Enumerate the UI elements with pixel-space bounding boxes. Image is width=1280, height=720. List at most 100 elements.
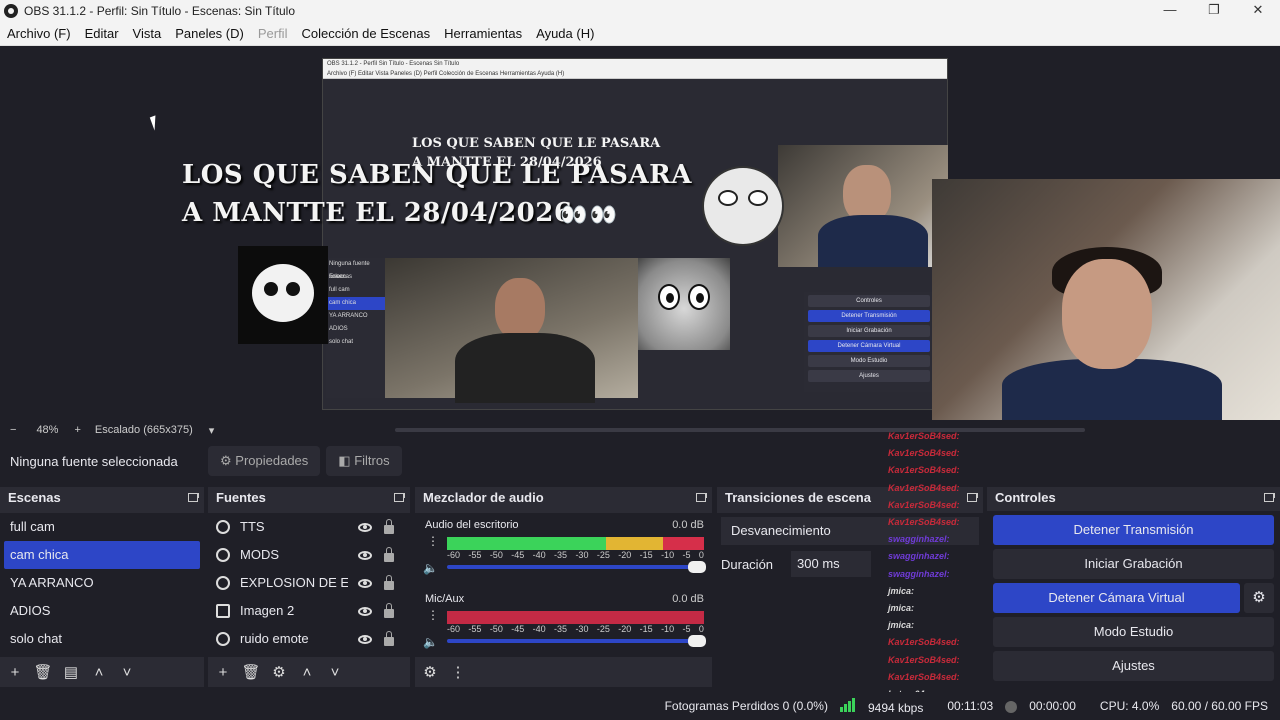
meter-tick: -55 xyxy=(468,624,482,634)
source-item[interactable]: Imagen 2 xyxy=(208,597,410,625)
lock-icon[interactable] xyxy=(384,518,394,534)
sources-dock: Fuentes TTS MODS EXPLOSION DE EM Imagen … xyxy=(208,487,410,687)
speaker-icon[interactable]: 🔈 xyxy=(423,635,438,649)
duration-input[interactable]: 300 ms xyxy=(791,551,872,577)
meter-tick: -35 xyxy=(554,624,568,634)
menu-coleccion[interactable]: Colección de Escenas xyxy=(294,26,437,41)
source-item[interactable]: TTS xyxy=(208,513,410,541)
audio-meter xyxy=(447,537,704,550)
bitrate-value: 9494 kbps xyxy=(867,700,924,715)
record-icon xyxy=(1005,700,1018,713)
gear-icon[interactable]: ⚙ xyxy=(1244,583,1274,613)
popout-icon[interactable] xyxy=(1264,493,1275,502)
add-icon[interactable]: + xyxy=(2,664,28,681)
eye-icon[interactable] xyxy=(358,634,372,644)
popout-icon[interactable] xyxy=(188,493,199,502)
menu-herramientas[interactable]: Herramientas xyxy=(437,26,529,41)
scene-item[interactable]: full cam xyxy=(0,513,204,541)
eye-icon[interactable] xyxy=(358,606,372,616)
nested-control: Controles xyxy=(808,295,930,307)
stop-streaming-button[interactable]: Detener Transmisión xyxy=(993,515,1274,545)
meme-face-image xyxy=(238,246,328,344)
mixer-body: Audio del escritorio 0.0 dB ⋮ -60 -55 -50-… xyxy=(415,513,712,687)
webcam-medium xyxy=(385,258,638,403)
menu-editar[interactable]: Editar xyxy=(78,26,126,41)
scene-item[interactable]: YA ARRANCO xyxy=(0,569,204,597)
move-up-icon[interactable]: ˄ xyxy=(294,664,320,681)
source-label: EXPLOSION DE EM xyxy=(240,575,348,590)
settings-button[interactable]: Ajustes xyxy=(993,651,1274,681)
close-button[interactable]: ✕ xyxy=(1236,0,1280,22)
lock-icon[interactable] xyxy=(384,546,394,562)
stop-virtual-camera-button[interactable]: Detener Cámara Virtual xyxy=(993,583,1240,613)
filters-button[interactable]: ◧ Filtros xyxy=(326,446,402,476)
start-recording-button[interactable]: Iniciar Grabación xyxy=(993,549,1274,579)
studio-mode-button[interactable]: Modo Estudio xyxy=(993,617,1274,647)
zoom-out-button[interactable]: − xyxy=(10,424,16,436)
menu-paneles[interactable]: Paneles (D) xyxy=(168,26,251,41)
filters-label: Filtros xyxy=(354,453,390,468)
move-down-icon[interactable]: ˅ xyxy=(322,664,348,681)
menu-perfil[interactable]: Perfil xyxy=(251,26,295,41)
more-options-icon[interactable]: ⋮ xyxy=(427,609,439,621)
more-options-icon[interactable]: ⋮ xyxy=(445,663,471,681)
zoom-in-button[interactable]: + xyxy=(74,424,80,436)
chat-message: Kav1erSoB4sed: xyxy=(888,431,960,441)
mixer-header: Mezclador de audio xyxy=(415,487,712,509)
meter-tick: -15 xyxy=(639,550,653,560)
source-item[interactable]: ruido emote xyxy=(208,625,410,653)
scale-dropdown-icon[interactable]: ▾ xyxy=(209,424,215,437)
chat-message: swagginhazel: xyxy=(888,551,950,562)
popout-icon[interactable] xyxy=(696,493,707,502)
source-item[interactable]: EXPLOSION DE EM xyxy=(208,569,410,597)
controls-body: Detener Transmisión Iniciar Grabación De… xyxy=(987,511,1280,687)
menu-bar: Archivo (F) Editar Vista Paneles (D) Per… xyxy=(0,22,1280,46)
scenes-dock: Escenas full cam cam chica YA ARRANCO AD… xyxy=(0,487,204,687)
nested-control: Detener Cámara Virtual xyxy=(808,340,930,352)
dropped-frames: Fotogramas Perdidos 0 (0.0%) xyxy=(664,699,828,713)
popout-icon[interactable] xyxy=(394,493,405,502)
preview-canvas[interactable]: OBS 31.1.2 - Perfil Sin Título - Escenas… xyxy=(0,46,1280,420)
meter-tick: -50 xyxy=(489,550,503,560)
more-options-icon[interactable]: ⋮ xyxy=(427,535,439,547)
move-down-icon[interactable]: ˅ xyxy=(114,664,140,681)
signal-icon xyxy=(839,697,856,712)
scenes-list: full cam cam chica YA ARRANCO ADIOS solo… xyxy=(0,513,204,687)
trash-icon[interactable]: 🗑 xyxy=(30,663,56,681)
menu-ayuda[interactable]: Ayuda (H) xyxy=(529,26,601,41)
advanced-audio-icon[interactable]: ⚙ xyxy=(417,663,443,681)
minimize-button[interactable]: — xyxy=(1148,0,1192,22)
nested-controls-panel: Controles Detener Transmisión Iniciar Gr… xyxy=(804,292,934,392)
sources-list: TTS MODS EXPLOSION DE EM Imagen 2 ruido … xyxy=(208,513,410,687)
overlay-line1: LOS QUE SABEN QUE LE PASARA xyxy=(182,160,692,190)
lock-icon[interactable] xyxy=(384,630,394,646)
nested-scene-item: ADIOS xyxy=(329,326,348,332)
volume-slider[interactable] xyxy=(447,561,706,573)
scene-item[interactable]: solo chat xyxy=(0,625,204,653)
overlay-line2: A MANTTE EL 28/04/2026 xyxy=(182,198,573,228)
source-item[interactable]: MODS xyxy=(208,541,410,569)
sources-header: Fuentes xyxy=(208,487,410,509)
lock-icon[interactable] xyxy=(384,574,394,590)
chat-message: Kav1erSoB4sed: xyxy=(888,671,960,682)
menu-archivo[interactable]: Archivo (F) xyxy=(0,26,78,41)
scene-item-selected[interactable]: cam chica xyxy=(4,541,200,569)
eye-icon[interactable] xyxy=(358,522,372,532)
scene-item[interactable]: ADIOS xyxy=(0,597,204,625)
eye-icon[interactable] xyxy=(358,578,372,588)
filter-icon[interactable]: ▤ xyxy=(58,663,84,681)
gear-icon[interactable]: ⚙ xyxy=(266,663,292,681)
menu-vista[interactable]: Vista xyxy=(126,26,169,41)
speaker-icon[interactable]: 🔈 xyxy=(423,561,438,575)
trash-icon[interactable]: 🗑 xyxy=(238,663,264,681)
mixer-channel-mic: Mic/Aux 0.0 dB ⋮ -60 -55 -50 -45 -40 -35 -30 -2… xyxy=(423,591,706,661)
volume-slider[interactable] xyxy=(447,635,706,647)
add-icon[interactable]: + xyxy=(210,664,236,681)
eye-icon[interactable] xyxy=(358,550,372,560)
lock-icon[interactable] xyxy=(384,602,394,618)
mixer-title: Mezclador de audio xyxy=(423,490,544,505)
properties-button[interactable]: ⚙ Propiedades xyxy=(208,446,321,476)
move-up-icon[interactable]: ˄ xyxy=(86,664,112,681)
scale-label: Escalado (665x375) xyxy=(94,424,193,436)
maximize-button[interactable]: ❐ xyxy=(1192,0,1236,22)
